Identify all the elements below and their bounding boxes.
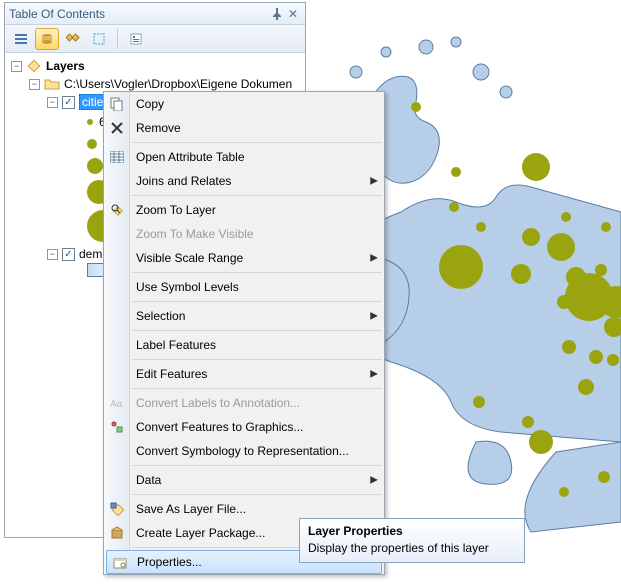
menu-separator: [132, 465, 382, 466]
submenu-arrow-icon: ▶: [370, 176, 378, 187]
menu-visible-scale-range[interactable]: Visible Scale Range ▶: [104, 246, 384, 270]
list-by-source-button[interactable]: [35, 28, 59, 50]
menu-separator: [132, 388, 382, 389]
menu-separator: [132, 195, 382, 196]
menu-separator: [132, 301, 382, 302]
feat-graphics-icon: [109, 419, 125, 435]
table-icon: [109, 149, 125, 165]
layer-context-menu: Copy Remove Open Attribute Table Joins a…: [103, 91, 385, 575]
menu-copy[interactable]: Copy: [104, 92, 384, 116]
list-by-selection-button[interactable]: [87, 28, 111, 50]
expander-icon[interactable]: −: [47, 97, 58, 108]
list-by-visibility-button[interactable]: [61, 28, 85, 50]
labels-anno-icon: Aa: [109, 395, 125, 411]
tooltip-title: Layer Properties: [308, 524, 516, 538]
dem-label: dem: [79, 247, 102, 261]
properties-icon: [112, 555, 128, 571]
menu-edit-features[interactable]: Edit Features ▶: [104, 362, 384, 386]
pin-icon[interactable]: [269, 6, 285, 22]
island-france-corner: [525, 442, 621, 532]
menu-separator: [132, 142, 382, 143]
submenu-arrow-icon: ▶: [370, 253, 378, 264]
tooltip-body: Display the properties of this layer: [308, 541, 516, 555]
toolbar-separator: [117, 29, 118, 49]
menu-remove[interactable]: Remove: [104, 116, 384, 140]
menu-convert-features-graphics[interactable]: Convert Features to Graphics...: [104, 415, 384, 439]
toc-toolbar: [5, 25, 305, 53]
checkbox-checked-icon[interactable]: ✓: [62, 96, 75, 109]
folder-icon: [44, 76, 60, 92]
expander-icon[interactable]: −: [29, 79, 40, 90]
menu-label-features[interactable]: Label Features: [104, 333, 384, 357]
menu-zoom-make-visible: Zoom To Make Visible: [104, 222, 384, 246]
layers-icon: [26, 58, 42, 74]
menu-separator: [132, 494, 382, 495]
remove-icon: [109, 120, 125, 136]
toc-title: Table Of Contents: [9, 7, 269, 21]
menu-data[interactable]: Data ▶: [104, 468, 384, 492]
close-icon[interactable]: ✕: [285, 6, 301, 22]
menu-joins-relates[interactable]: Joins and Relates ▶: [104, 169, 384, 193]
menu-open-attribute-table[interactable]: Open Attribute Table: [104, 145, 384, 169]
menu-separator: [132, 330, 382, 331]
tree-root-layers[interactable]: − Layers: [7, 57, 303, 75]
zoom-layer-icon: [109, 202, 125, 218]
root-label: Layers: [46, 59, 85, 73]
menu-use-symbol-levels[interactable]: Use Symbol Levels: [104, 275, 384, 299]
copy-icon: [109, 96, 125, 112]
submenu-arrow-icon: ▶: [370, 475, 378, 486]
path-label: C:\Users\Vogler\Dropbox\Eigene Dokumen: [64, 77, 292, 91]
layer-package-icon: [109, 525, 125, 541]
menu-convert-labels-annotation: Aa Convert Labels to Annotation...: [104, 391, 384, 415]
checkbox-checked-icon[interactable]: ✓: [62, 248, 75, 261]
menu-separator: [132, 359, 382, 360]
menu-selection[interactable]: Selection ▶: [104, 304, 384, 328]
menu-zoom-to-layer[interactable]: Zoom To Layer: [104, 198, 384, 222]
submenu-arrow-icon: ▶: [370, 311, 378, 322]
island-sw: [468, 441, 512, 484]
menu-separator: [132, 272, 382, 273]
list-by-drawing-order-button[interactable]: [9, 28, 33, 50]
submenu-arrow-icon: ▶: [370, 369, 378, 380]
svg-text:Aa: Aa: [110, 399, 123, 409]
expander-icon[interactable]: −: [11, 61, 22, 72]
save-layer-icon: [109, 501, 125, 517]
tooltip-layer-properties: Layer Properties Display the properties …: [299, 518, 525, 563]
toc-titlebar: Table Of Contents ✕: [5, 3, 305, 25]
expander-icon[interactable]: −: [47, 249, 58, 260]
menu-convert-symbology-representation[interactable]: Convert Symbology to Representation...: [104, 439, 384, 463]
options-button[interactable]: [124, 28, 148, 50]
